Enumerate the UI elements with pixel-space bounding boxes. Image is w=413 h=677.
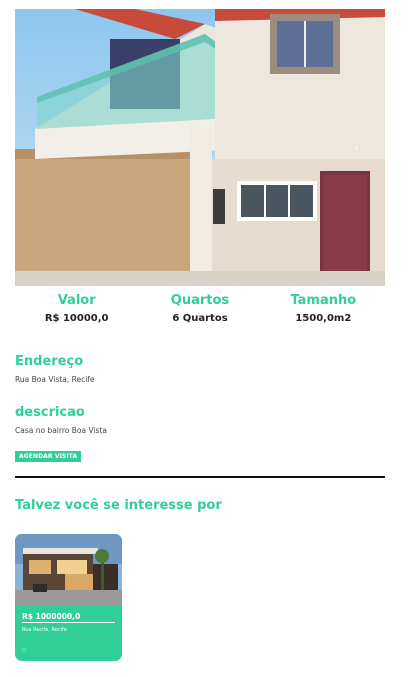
stat-label: Quartos	[170, 293, 230, 308]
stat-value: R$ 10000,0	[44, 313, 109, 324]
property-photo: ‹ ›	[15, 9, 385, 286]
stat-label: Valor	[57, 293, 96, 308]
property-stats: Valor R$ 10000,0 Quartos 6 Quartos Taman…	[15, 292, 385, 332]
suggestions-title: Talvez você se interesse por	[15, 498, 222, 513]
suggestion-price: R$ 1000000,0	[22, 612, 81, 621]
stat-label: Tamanho	[290, 293, 357, 308]
house-illustration	[15, 9, 385, 286]
stat-quartos: Quartos 6 Quartos	[138, 292, 261, 332]
stat-tamanho: Tamanho 1500,0m2	[262, 292, 385, 332]
suggestion-address: Rua Recife, Recife	[22, 627, 67, 633]
favorite-icon[interactable]: ○	[22, 647, 26, 653]
suggestion-divider	[22, 622, 115, 623]
carousel-prev-icon[interactable]: ‹	[37, 141, 42, 155]
stat-value: 6 Quartos	[172, 313, 228, 324]
stat-value: 1500,0m2	[295, 313, 352, 324]
schedule-visit-button[interactable]: AGENDAR VISITA	[15, 451, 82, 462]
address-text: Rua Boa Vista, Recife	[15, 375, 95, 384]
description-text: Casa no bairro Boa Vista	[15, 426, 107, 435]
suggestion-house-image	[15, 534, 122, 606]
carousel-next-icon[interactable]: ›	[354, 141, 359, 155]
address-title: Endereço	[15, 354, 84, 369]
divider	[15, 476, 385, 478]
description-title: descricao	[15, 405, 85, 420]
stat-valor: Valor R$ 10000,0	[15, 292, 138, 332]
suggestion-card[interactable]: R$ 1000000,0 Rua Recife, Recife ○	[15, 534, 122, 661]
